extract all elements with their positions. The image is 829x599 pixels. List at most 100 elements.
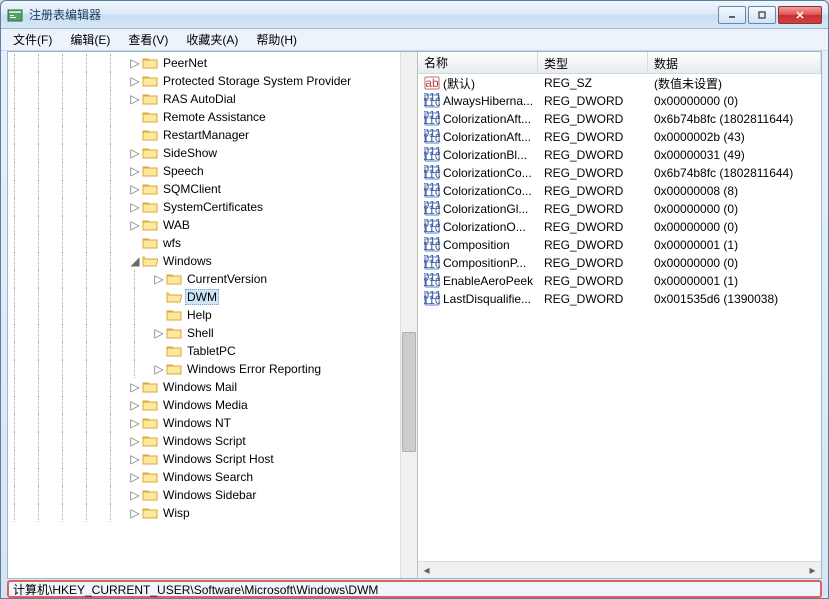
tree-item[interactable]: ▷Windows Mail [8,378,417,396]
value-row[interactable]: CompositionREG_DWORD0x00000001 (1) [418,236,821,254]
tree-item-label: RAS AutoDial [161,92,238,106]
folder-icon [142,218,158,232]
expand-icon[interactable]: ▷ [152,272,166,286]
value-type: REG_DWORD [538,147,648,163]
value-row[interactable]: ColorizationAft...REG_DWORD0x0000002b (4… [418,128,821,146]
minimize-button[interactable] [718,6,746,24]
tree-item[interactable]: ▷SystemCertificates [8,198,417,216]
menu-favorites[interactable]: 收藏夹(A) [178,29,246,50]
tree-item[interactable]: ▷Windows Sidebar [8,486,417,504]
tree-item[interactable]: ▷Windows Script [8,432,417,450]
tree-item[interactable]: RestartManager [8,126,417,144]
tree-item[interactable]: ▷ Windows Search [8,468,417,486]
tree-item-label: DWM [185,289,219,305]
expand-icon[interactable]: ▷ [128,380,142,394]
value-row[interactable]: AlwaysHiberna...REG_DWORD0x00000000 (0) [418,92,821,110]
tree-item-label: Windows Script Host [161,452,276,466]
tree-item[interactable]: DWM [8,288,417,306]
folder-icon [142,254,158,268]
expand-icon[interactable]: ▷ [152,362,166,376]
value-data: 0x00000000 (0) [648,255,821,271]
expand-icon[interactable]: ▷ [152,326,166,340]
expand-icon[interactable]: ▷ [128,416,142,430]
expand-icon[interactable]: ▷ [128,92,142,106]
tree-item[interactable]: ▷ Windows NT [8,414,417,432]
tree-item[interactable]: ▷PeerNet [8,54,417,72]
expand-icon[interactable]: ▷ [128,452,142,466]
expand-icon[interactable]: ▷ [128,488,142,502]
expand-icon[interactable]: ▷ [128,164,142,178]
scroll-left-icon[interactable]: ◂ [418,563,435,578]
expand-icon[interactable]: ◢ [128,254,142,268]
menu-file[interactable]: 文件(F) [5,29,60,50]
tree-pane[interactable]: ▷PeerNet▷Protected Storage System Provid… [8,52,418,578]
expand-icon[interactable]: ▷ [128,56,142,70]
list-header[interactable]: 名称 类型 数据 [418,52,821,74]
value-row[interactable]: ColorizationO...REG_DWORD0x00000000 (0) [418,218,821,236]
value-row[interactable]: ColorizationCo...REG_DWORD0x00000008 (8) [418,182,821,200]
tree-item[interactable]: wfs [8,234,417,252]
menu-view[interactable]: 查看(V) [120,29,176,50]
tree-item[interactable]: ▷Wisp [8,504,417,522]
titlebar[interactable]: 注册表编辑器 [1,1,828,29]
value-type: REG_DWORD [538,291,648,307]
tree-item[interactable]: ▷SideShow [8,144,417,162]
value-row[interactable]: ColorizationCo...REG_DWORD0x6b74b8fc (18… [418,164,821,182]
maximize-button[interactable] [748,6,776,24]
tree-item-label: Windows NT [161,416,233,430]
tree-item[interactable]: ▷ WAB [8,216,417,234]
value-list-pane[interactable]: 名称 类型 数据 (默认)REG_SZ(数值未设置)AlwaysHiberna.… [418,52,821,578]
tree-item[interactable]: ◢Windows [8,252,417,270]
value-data: 0x001535d6 (1390038) [648,291,821,307]
value-row[interactable]: LastDisqualifie...REG_DWORD0x001535d6 (1… [418,290,821,308]
expand-icon[interactable]: ▷ [128,182,142,196]
header-name[interactable]: 名称 [418,52,538,73]
value-row[interactable]: ColorizationAft...REG_DWORD0x6b74b8fc (1… [418,110,821,128]
tree-item-label: WAB [161,218,192,232]
tree-item[interactable]: ▷Windows Error Reporting [8,360,417,378]
tree-item[interactable]: ▷ SQMClient [8,180,417,198]
expand-icon[interactable]: ▷ [128,470,142,484]
value-name: (默认) [443,75,475,92]
menu-edit[interactable]: 编辑(E) [62,29,118,50]
tree-item[interactable]: ▷Shell [8,324,417,342]
tree-item[interactable]: ▷ RAS AutoDial [8,90,417,108]
expand-icon[interactable]: ▷ [128,74,142,88]
folder-icon [166,308,182,322]
expand-icon[interactable]: ▷ [128,218,142,232]
value-name: EnableAeroPeek [443,274,533,288]
value-data: 0x00000001 (1) [648,237,821,253]
close-button[interactable] [778,6,822,24]
tree-item[interactable]: ▷ Speech [8,162,417,180]
tree-scrollbar[interactable] [400,52,417,578]
expand-icon[interactable]: ▷ [128,200,142,214]
value-row[interactable]: CompositionP...REG_DWORD0x00000000 (0) [418,254,821,272]
value-row[interactable]: EnableAeroPeekREG_DWORD0x00000001 (1) [418,272,821,290]
tree-item[interactable]: ▷Windows Media [8,396,417,414]
binary-value-icon [424,183,440,199]
list-hscrollbar[interactable]: ◂ ▸ [418,561,821,578]
tree-item[interactable]: TabletPC [8,342,417,360]
value-row[interactable]: ColorizationBl...REG_DWORD0x00000031 (49… [418,146,821,164]
menu-help[interactable]: 帮助(H) [248,29,305,50]
tree-item-label: Speech [161,164,206,178]
binary-value-icon [424,273,440,289]
tree-item-label: Windows Search [161,470,255,484]
tree-item[interactable]: Help [8,306,417,324]
value-type: REG_DWORD [538,201,648,217]
scroll-right-icon[interactable]: ▸ [804,563,821,578]
window-title: 注册表编辑器 [29,6,718,23]
tree-item[interactable]: ▷Protected Storage System Provider [8,72,417,90]
tree-item-label: SQMClient [161,182,223,196]
header-type[interactable]: 类型 [538,52,648,73]
tree-item[interactable]: ▷ Windows Script Host [8,450,417,468]
expand-icon[interactable]: ▷ [128,398,142,412]
expand-icon[interactable]: ▷ [128,434,142,448]
header-data[interactable]: 数据 [648,52,821,73]
expand-icon[interactable]: ▷ [128,146,142,160]
value-row[interactable]: ColorizationGl...REG_DWORD0x00000000 (0) [418,200,821,218]
value-row[interactable]: (默认)REG_SZ(数值未设置) [418,74,821,92]
tree-item[interactable]: ▷CurrentVersion [8,270,417,288]
tree-item[interactable]: Remote Assistance [8,108,417,126]
expand-icon[interactable]: ▷ [128,506,142,520]
